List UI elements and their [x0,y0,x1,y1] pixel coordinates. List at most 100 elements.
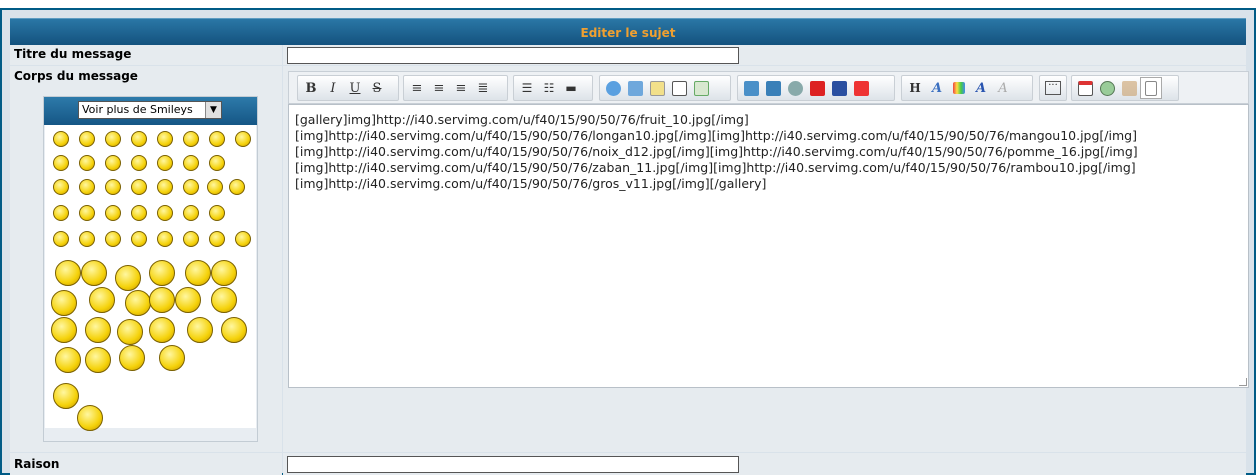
smiley-icon[interactable] [157,155,173,171]
smiley-icon[interactable] [53,383,79,409]
smiley-icon[interactable] [55,347,81,373]
date-button[interactable] [1074,77,1096,99]
smiley-icon[interactable] [85,317,111,343]
smiley-icon[interactable] [79,155,95,171]
smiley-icon[interactable] [157,131,173,147]
smiley-icon[interactable] [149,260,175,286]
align-left-button[interactable]: ≡ [406,77,428,99]
resize-handle[interactable] [1239,378,1247,386]
numbered-list-button[interactable]: ☷ [538,77,560,99]
smiley-icon[interactable] [131,179,147,195]
bullet-list-button[interactable]: ☰ [516,77,538,99]
horizontal-rule-button[interactable]: ▬ [560,77,582,99]
time-button[interactable] [1096,77,1118,99]
smiley-icon[interactable] [209,155,225,171]
smiley-icon[interactable] [209,205,225,221]
smiley-icon[interactable] [187,317,213,343]
strikethrough-button[interactable]: S [366,77,388,99]
smiley-icon[interactable] [157,231,173,247]
smiley-icon[interactable] [209,231,225,247]
smiley-icon[interactable] [53,131,69,147]
smiley-icon[interactable] [159,345,185,371]
smiley-icon[interactable] [51,290,77,316]
smiley-icon[interactable] [183,155,199,171]
smiley-icon[interactable] [149,287,175,313]
smiley-icon[interactable] [185,260,211,286]
image-button[interactable] [740,77,762,99]
dailymotion-icon [831,80,847,96]
smiley-icon[interactable] [209,131,225,147]
smiley-icon[interactable] [157,205,173,221]
smiley-icon[interactable] [229,179,245,195]
paste-button[interactable] [1118,77,1140,99]
smiley-icon[interactable] [105,205,121,221]
spoiler-button[interactable] [646,77,668,99]
heading-button[interactable]: H [904,77,926,99]
table-button[interactable] [690,77,712,99]
smiley-icon[interactable] [53,205,69,221]
dailymotion-button[interactable] [828,77,850,99]
bold-button[interactable]: B [300,77,322,99]
italic-button[interactable]: I [322,77,344,99]
smiley-icon[interactable] [117,319,143,345]
font-family-button[interactable]: A [970,77,992,99]
smiley-icon[interactable] [125,290,151,316]
smiley-icon[interactable] [175,287,201,313]
smiley-more-select[interactable]: Voir plus de Smileys ▼ [78,101,222,119]
smiley-icon[interactable] [53,231,69,247]
smiley-icon[interactable] [119,345,145,371]
smiley-icon[interactable] [89,287,115,313]
smiley-icon[interactable] [105,155,121,171]
smiley-icon[interactable] [149,317,175,343]
smiley-icon[interactable] [183,205,199,221]
smiley-icon[interactable] [51,317,77,343]
smiley-icon[interactable] [115,265,141,291]
smiley-icon[interactable] [79,231,95,247]
youtube-button[interactable] [806,77,828,99]
smiley-icon[interactable] [105,179,121,195]
smiley-icon[interactable] [53,155,69,171]
hide-button[interactable] [668,77,690,99]
smiley-icon[interactable] [183,179,199,195]
remove-format-button[interactable]: A [992,77,1014,99]
align-right-button[interactable]: ≡ [450,77,472,99]
smiley-icon[interactable] [77,405,103,431]
smiley-icon[interactable] [131,231,147,247]
more-options-button[interactable]: ··· [1042,77,1064,99]
quote-button[interactable] [602,77,624,99]
smiley-icon[interactable] [81,260,107,286]
message-body-textarea[interactable]: [gallery]img]http://i40.servimg.com/u/f4… [288,104,1249,388]
source-mode-button[interactable] [1140,77,1162,99]
align-center-button[interactable]: ≡ [428,77,450,99]
code-button[interactable] [624,77,646,99]
smiley-icon[interactable] [211,260,237,286]
smiley-icon[interactable] [79,131,95,147]
smiley-icon[interactable] [221,317,247,343]
color-button[interactable] [948,77,970,99]
smiley-icon[interactable] [55,260,81,286]
smiley-icon[interactable] [79,205,95,221]
subject-input[interactable] [287,47,739,64]
smiley-icon[interactable] [105,131,121,147]
smiley-icon[interactable] [211,287,237,313]
font-size-button[interactable]: A [926,77,948,99]
upload-image-button[interactable] [762,77,784,99]
smiley-icon[interactable] [131,205,147,221]
smiley-icon[interactable] [53,179,69,195]
align-justify-button[interactable]: ≣ [472,77,494,99]
smiley-icon[interactable] [183,131,199,147]
smiley-icon[interactable] [85,347,111,373]
smiley-icon[interactable] [131,131,147,147]
flash-button[interactable] [850,77,872,99]
underline-button[interactable]: U [344,77,366,99]
reason-input[interactable] [287,456,739,473]
smiley-icon[interactable] [131,155,147,171]
smiley-icon[interactable] [235,131,251,147]
smiley-icon[interactable] [157,179,173,195]
smiley-icon[interactable] [79,179,95,195]
smiley-icon[interactable] [183,231,199,247]
smiley-icon[interactable] [207,179,223,195]
smiley-icon[interactable] [105,231,121,247]
smiley-icon[interactable] [235,231,251,247]
link-button[interactable] [784,77,806,99]
